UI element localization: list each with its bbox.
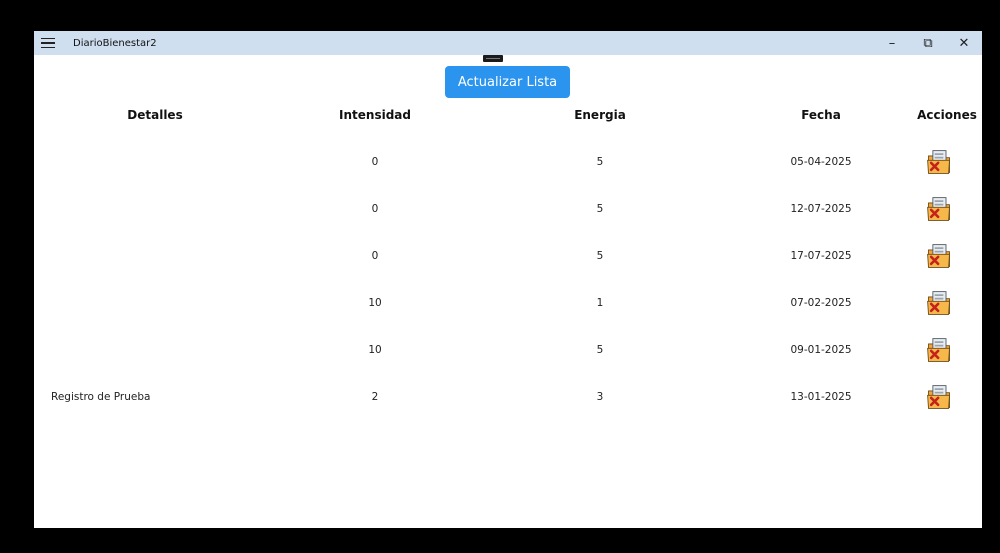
hamburger-menu-icon[interactable] xyxy=(41,38,55,48)
app-title: DiarioBienestar2 xyxy=(73,37,157,49)
delete-folder-icon xyxy=(925,242,953,270)
table-row: 0 5 17-07-2025 xyxy=(34,232,982,279)
delete-record-button[interactable] xyxy=(925,289,953,317)
cell-fecha: 07-02-2025 xyxy=(790,296,852,309)
cell-fecha: 05-04-2025 xyxy=(790,155,852,168)
cell-fecha: 12-07-2025 xyxy=(790,202,852,215)
delete-folder-icon xyxy=(925,289,953,317)
cell-energia: 5 xyxy=(596,202,604,215)
cell-fecha: 09-01-2025 xyxy=(790,343,852,356)
delete-folder-icon xyxy=(925,195,953,223)
delete-record-button[interactable] xyxy=(925,383,953,411)
cell-energia: 5 xyxy=(596,343,604,356)
drag-handle[interactable] xyxy=(483,55,503,62)
delete-folder-icon xyxy=(925,383,953,411)
title-bar[interactable]: DiarioBienestar2 – ⧉ ✕ xyxy=(34,31,982,55)
cell-fecha: 13-01-2025 xyxy=(790,390,852,403)
delete-record-button[interactable] xyxy=(925,336,953,364)
table-row: 10 1 07-02-2025 xyxy=(34,279,982,326)
window-controls: – ⧉ ✕ xyxy=(874,31,982,55)
cell-intensidad: 0 xyxy=(371,155,379,168)
restore-button[interactable]: ⧉ xyxy=(910,31,946,55)
close-button[interactable]: ✕ xyxy=(946,31,982,55)
delete-folder-icon xyxy=(925,148,953,176)
cell-energia: 1 xyxy=(596,296,604,309)
delete-record-button[interactable] xyxy=(925,148,953,176)
app-window: DiarioBienestar2 – ⧉ ✕ Actualizar Lista … xyxy=(34,31,982,528)
header-detalles: Detalles xyxy=(127,108,183,122)
table-row: 0 5 12-07-2025 xyxy=(34,185,982,232)
delete-folder-icon xyxy=(925,336,953,364)
table-row: Registro de Prueba 2 3 13-01-2025 xyxy=(34,373,982,420)
header-intensidad: Intensidad xyxy=(339,108,411,122)
cell-intensidad: 0 xyxy=(371,202,379,215)
header-acciones: Acciones xyxy=(917,108,977,122)
table-row: 10 5 09-01-2025 xyxy=(34,326,982,373)
header-energia: Energia xyxy=(574,108,626,122)
cell-energia: 3 xyxy=(596,390,604,403)
refresh-list-button[interactable]: Actualizar Lista xyxy=(445,66,570,98)
cell-intensidad: 10 xyxy=(368,296,382,309)
cell-intensidad: 2 xyxy=(371,390,379,403)
cell-fecha: 17-07-2025 xyxy=(790,249,852,262)
table-row: 0 5 05-04-2025 xyxy=(34,138,982,185)
header-fecha: Fecha xyxy=(801,108,841,122)
delete-record-button[interactable] xyxy=(925,195,953,223)
cell-energia: 5 xyxy=(596,249,604,262)
cell-intensidad: 0 xyxy=(371,249,379,262)
cell-energia: 5 xyxy=(596,155,604,168)
cell-detalles: Registro de Prueba xyxy=(51,390,151,403)
cell-intensidad: 10 xyxy=(368,343,382,356)
minimize-button[interactable]: – xyxy=(874,31,910,55)
delete-record-button[interactable] xyxy=(925,242,953,270)
